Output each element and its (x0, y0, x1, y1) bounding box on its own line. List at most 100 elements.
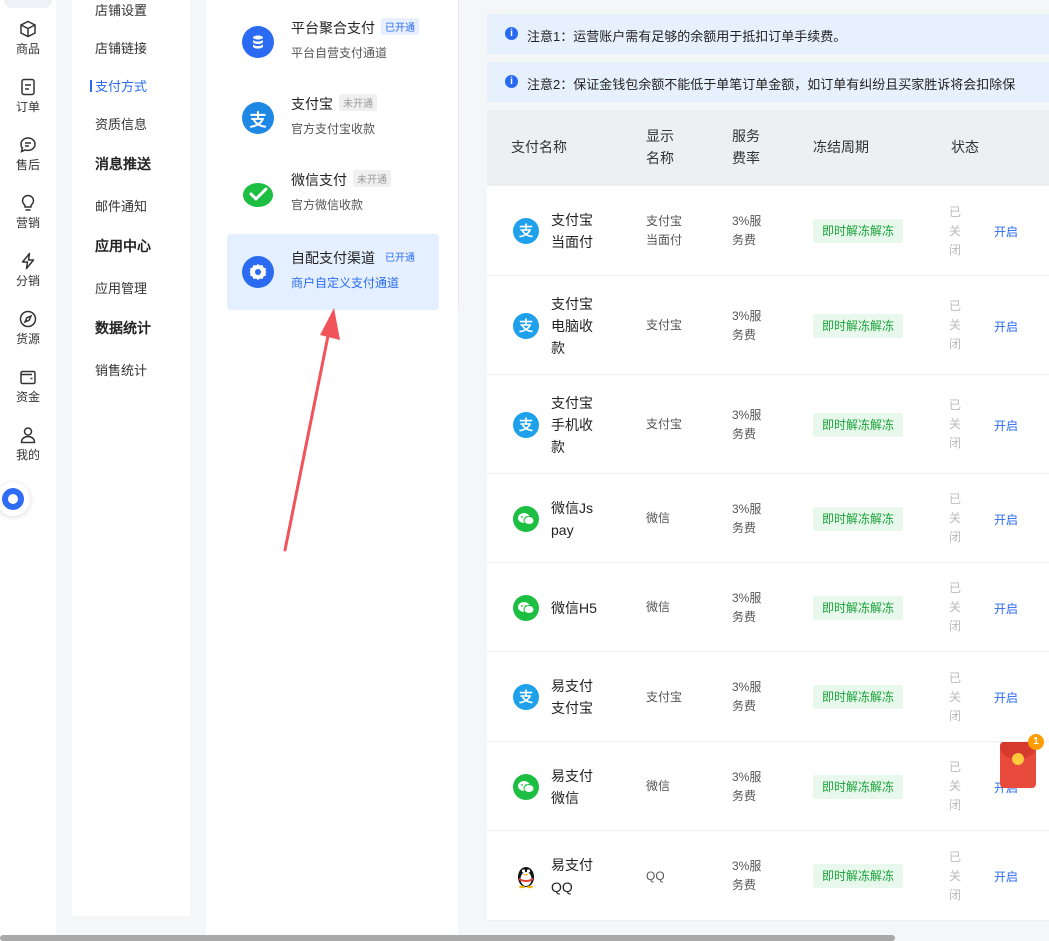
rail-item-label: 订单 (15, 100, 40, 114)
enable-button[interactable]: 开启 (994, 223, 1018, 240)
payment-name: 支付宝 当面付 (551, 212, 593, 250)
horizontal-scrollbar[interactable] (0, 935, 895, 941)
rail-item-marketing[interactable]: 营销 (0, 194, 56, 231)
table-row: 支支付宝 当面付 支付宝 当面付 3%服 务费 即时解冻解冻已关闭开启 (487, 186, 1049, 276)
rail-item-label: 货源 (15, 332, 40, 346)
main-icon-rail: 商品 订单 售后 营销 分销 货源 资金 我的 (0, 0, 56, 941)
rail-item-label: 营销 (15, 216, 40, 230)
subnav-group-message-push: 消息推送 (95, 156, 151, 172)
enable-button[interactable]: 开启 (994, 417, 1018, 434)
database-icon (242, 26, 274, 58)
table-row: 易支付微信微信3%服务费即时解冻解冻已关闭开启 (487, 742, 1049, 831)
freeze-period-tag: 即时解冻解冻 (813, 313, 903, 338)
display-name: 微信 (646, 779, 671, 793)
alipay-icon: 支 (513, 411, 539, 438)
red-packet-widget[interactable]: 1 (1000, 734, 1044, 788)
info-icon: i (505, 75, 518, 88)
payment-name: 易支付 微信 (551, 767, 593, 806)
enable-button[interactable]: 开启 (994, 689, 1018, 706)
display-name: 微信 (646, 511, 671, 525)
display-name: 微信 (646, 600, 671, 614)
annotation-arrow (283, 308, 340, 552)
header-payment-name: 支付名称 (511, 139, 567, 155)
channel-alipay[interactable]: 支 支付宝 未开通 官方支付宝收款 (227, 80, 439, 156)
header-display-name-1: 显示 (646, 128, 674, 144)
subnav-item-app-manage[interactable]: 应用管理 (95, 278, 147, 297)
status-closed: 已关闭 (949, 492, 962, 544)
freeze-period-tag: 即时解冻解冻 (813, 506, 903, 531)
rail-item-source[interactable]: 货源 (0, 310, 56, 347)
enable-button[interactable]: 开启 (994, 511, 1018, 528)
channel-desc: 官方支付宝收款 (291, 122, 376, 136)
rail-item-orders[interactable]: 订单 (0, 78, 56, 115)
service-rate: 3%服 务费 (732, 501, 762, 535)
wallet-icon (20, 370, 36, 385)
service-rate: 3%服 务费 (732, 407, 762, 441)
enable-button[interactable]: 开启 (994, 600, 1018, 617)
enable-button[interactable]: 开启 (994, 318, 1018, 335)
channel-platform-aggregate[interactable]: 平台聚合支付 已开通 平台自营支付通道 (227, 4, 439, 80)
wechat-pay-icon (242, 178, 274, 210)
subnav-group-app-center: 应用中心 (95, 238, 151, 254)
status-badge: 未开通 (353, 170, 391, 187)
box-icon (20, 20, 36, 38)
channel-desc: 官方微信收款 (291, 198, 364, 212)
display-name: 支付宝 (646, 417, 683, 431)
subnav-item-email-notify[interactable]: 邮件通知 (95, 196, 147, 215)
table-row: 支支付宝 电脑收款 支付宝 3%服 务费 即时解冻解冻 已关闭 开启 (487, 276, 1049, 375)
subnav-item-payment-methods[interactable]: 支付方式 (90, 76, 147, 95)
subnav-item-store-settings[interactable]: 店铺设置 (95, 0, 147, 19)
channel-divider (458, 0, 459, 310)
channel-title: 支付宝 (291, 96, 333, 112)
subnav-item-store-link[interactable]: 店铺链接 (95, 38, 147, 57)
status-closed: 已关闭 (949, 670, 962, 723)
service-rate: 3%服 务费 (732, 769, 762, 803)
rail-item-aftersale[interactable]: 售后 (0, 136, 56, 173)
rail-item-distribution[interactable]: 分销 (0, 252, 56, 289)
compass-icon (19, 310, 37, 328)
channel-wechat-pay[interactable]: 微信支付 未开通 官方微信收款 (227, 156, 439, 232)
channel-custom[interactable]: 自配支付渠道 已开通 商户自定义支付通道 (227, 234, 439, 310)
gear-icon (242, 256, 274, 288)
channel-desc: 商户自定义支付通道 (291, 276, 400, 290)
qq-penguin-icon (513, 863, 539, 889)
rail-item-label: 我的 (15, 448, 40, 462)
enable-button[interactable]: 开启 (994, 868, 1018, 885)
notice-text: 注意1：运营账户需有足够的余额用于抵扣订单手续费。 (527, 29, 847, 44)
display-name: QQ (646, 868, 665, 883)
status-badge: 已开通 (381, 18, 419, 35)
channel-title: 自配支付渠道 (291, 250, 375, 266)
rail-item-funds[interactable]: 资金 (0, 368, 56, 405)
freeze-period-tag: 即时解冻解冻 (813, 219, 903, 243)
header-freeze-period: 冻结周期 (813, 139, 869, 155)
chat-icon (20, 137, 36, 153)
freeze-period-tag: 即时解冻解冻 (813, 774, 903, 799)
payment-settings-page: 商品 订单 售后 营销 分销 货源 资金 我的 店铺设置 店铺链接 支付方式 资… (0, 0, 1049, 941)
rail-item-goods[interactable]: 商品 (0, 20, 56, 57)
notification-badge: 1 (1028, 734, 1044, 750)
rail-item-label: 分销 (15, 274, 40, 288)
header-rate-1: 服务 (732, 128, 760, 144)
rail-item-label: 售后 (15, 158, 40, 172)
alipay-icon: 支 (513, 218, 539, 244)
subnav-item-qualification[interactable]: 资质信息 (95, 114, 147, 133)
customer-service-bubble[interactable] (0, 482, 30, 516)
subnav-group-data-stats: 数据统计 (95, 320, 151, 336)
rail-active-indicator (4, 0, 52, 8)
display-name: 支付宝 (646, 689, 683, 704)
payment-methods-table: 支付名称 显示 名称 服务 费率 冻结周期 状态 支支付宝 当面付 支付宝 当面付 3%… (487, 110, 1049, 921)
rail-item-mine[interactable]: 我的 (0, 426, 56, 463)
freeze-period-tag: 即时解冻解冻 (813, 412, 903, 437)
payment-name: 易支付 QQ (551, 857, 593, 895)
display-name: 支付宝 (646, 318, 683, 332)
notice-bar-1: i 注意1：运营账户需有足够的余额用于抵扣订单手续费。 (487, 14, 1049, 54)
service-rate: 3%服 务费 (732, 590, 762, 624)
notice-text: 注意2：保证金钱包余额不能低于单笔订单金额，如订单有纠纷且买家胜诉将会扣除保 (527, 77, 1016, 92)
document-icon (21, 78, 35, 96)
subnav-item-sales-stats[interactable]: 销售统计 (95, 360, 147, 379)
payment-name: 微信Js pay (551, 499, 593, 538)
status-badge: 未开通 (339, 94, 377, 111)
user-icon (20, 427, 36, 444)
alipay-icon: 支 (513, 312, 539, 339)
table-row: 易支付 QQ QQ 3%服 务费 即时解冻解冻 已关闭 开启 (487, 831, 1049, 921)
